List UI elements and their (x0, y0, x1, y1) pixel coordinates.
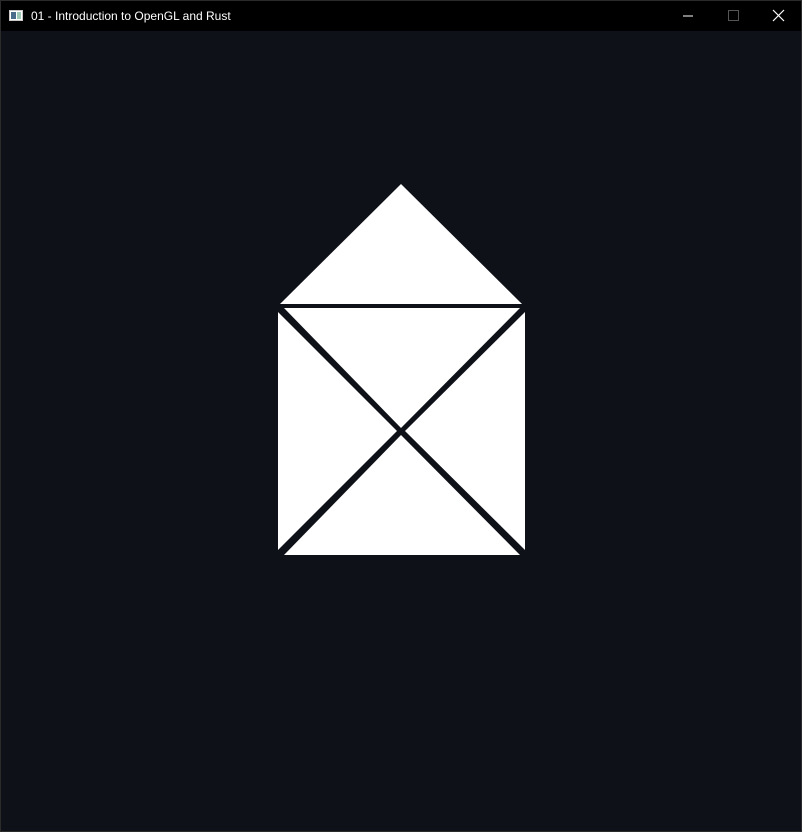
close-icon (772, 9, 785, 22)
maximize-icon (728, 10, 739, 21)
minimize-button[interactable] (665, 1, 711, 31)
app-window-icon[interactable] (9, 10, 23, 21)
app-window: 01 - Introduction to OpenGL and Rust (0, 0, 802, 832)
close-button[interactable] (755, 1, 801, 31)
minimize-icon (683, 15, 693, 17)
opengl-viewport[interactable] (1, 31, 801, 831)
window-title: 01 - Introduction to OpenGL and Rust (31, 9, 231, 23)
house-shape (278, 184, 525, 555)
maximize-button[interactable] (710, 1, 756, 31)
roof-triangle (280, 184, 522, 304)
title-bar[interactable]: 01 - Introduction to OpenGL and Rust (1, 1, 801, 31)
